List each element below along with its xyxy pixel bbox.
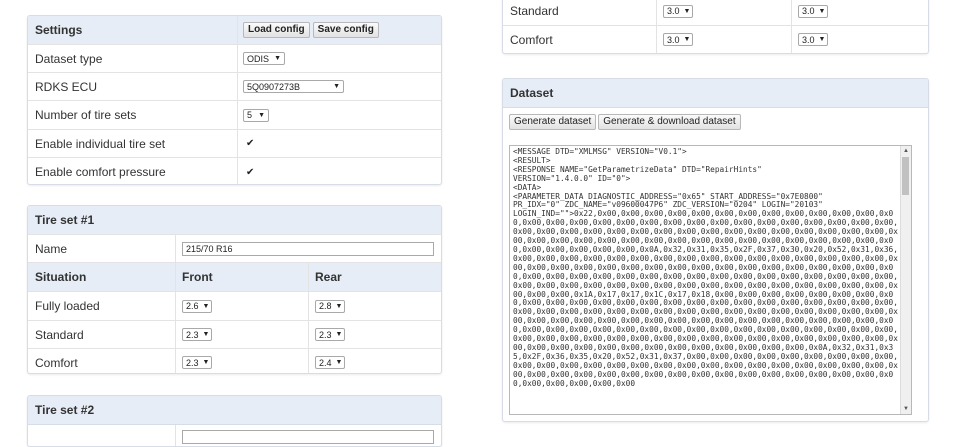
dataset-scrollbar[interactable]: ▲ ▼: [900, 146, 911, 414]
tire-sets-count-select[interactable]: 5 ▼: [243, 108, 269, 122]
chevron-down-icon: ▼: [333, 83, 340, 90]
front-pressure-select[interactable]: 2.6 ▼: [182, 299, 212, 313]
settings-title: Settings: [35, 23, 83, 37]
tire-sets-count-label: Number of tire sets: [35, 108, 137, 122]
situation-label: Comfort: [510, 32, 553, 47]
rear-pressure-select[interactable]: 3.0 ▼: [798, 33, 828, 46]
situation-label: Standard: [35, 327, 84, 342]
tire-set-2-title: Tire set #2: [35, 403, 95, 417]
tire-set-1-header: Tire set #1: [28, 206, 441, 235]
rear-pressure-select[interactable]: 3.0 ▼: [798, 4, 828, 18]
dataset-type-select[interactable]: ODIS ▼: [243, 52, 285, 65]
chevron-down-icon: ▼: [683, 36, 691, 43]
enable-comfort-label: Enable comfort pressure: [35, 165, 166, 179]
settings-panel: Settings Load config Save config Dataset…: [27, 15, 442, 185]
col-rear: Rear: [315, 270, 342, 284]
save-config-button[interactable]: Save config: [312, 22, 379, 38]
dataset-type-label: Dataset type: [35, 51, 103, 66]
rear-pressure-select[interactable]: 2.3 ▼: [315, 328, 345, 341]
tire-set-name-input[interactable]: 215/70 R16: [182, 241, 434, 256]
chevron-down-icon: ▼: [274, 55, 281, 62]
generate-dataset-button[interactable]: Generate dataset: [509, 114, 597, 130]
rear-pressure-select[interactable]: 2.4 ▼: [315, 356, 345, 369]
tire-set-table-header: Situation Front Rear: [28, 263, 441, 292]
pressure-table-partial: Standard 3.0 ▼ 3.0 ▼ Comfort 3.0 ▼ 3.0 ▼: [502, 0, 929, 54]
rdks-ecu-label: RDKS ECU: [35, 79, 98, 94]
name-label: Name: [35, 241, 68, 256]
tire-set-1-panel: Tire set #1 Name 215/70 R16 Situation Fr…: [27, 205, 442, 374]
dataset-textarea[interactable]: <MESSAGE DTD="XMLMSG" VERSION="V0.1"> <R…: [509, 145, 912, 415]
front-pressure-select[interactable]: 3.0 ▼: [663, 4, 693, 18]
front-pressure-select[interactable]: 2.3 ▼: [182, 356, 212, 369]
settings-row-rdks-ecu: RDKS ECU 5Q0907273B ▼: [28, 73, 441, 101]
dataset-header: Dataset: [503, 79, 928, 108]
chevron-down-icon: ▼: [818, 36, 826, 43]
situation-label: Comfort: [35, 355, 78, 370]
generate-download-button[interactable]: Generate & download dataset: [598, 114, 741, 130]
rdks-ecu-select[interactable]: 5Q0907273B ▼: [243, 80, 344, 93]
table-row: Fully loaded 2.6 ▼ 2.8 ▼: [28, 292, 441, 321]
chevron-down-icon: ▼: [335, 359, 343, 366]
scroll-down-icon[interactable]: ▼: [901, 404, 911, 414]
scroll-up-icon[interactable]: ▲: [901, 146, 911, 156]
load-config-button[interactable]: Load config: [243, 22, 310, 38]
chevron-down-icon: ▼: [258, 111, 265, 119]
settings-row-individual: Enable individual tire set ✔: [28, 130, 441, 158]
chevron-down-icon: ▼: [335, 302, 343, 310]
chevron-down-icon: ▼: [202, 359, 210, 366]
table-row: Standard 2.3 ▼ 2.3 ▼: [28, 321, 441, 349]
settings-row-dataset-type: Dataset type ODIS ▼: [28, 45, 441, 73]
chevron-down-icon: ▼: [683, 7, 691, 15]
settings-row-tire-sets: Number of tire sets 5 ▼: [28, 101, 441, 130]
enable-comfort-checkbox[interactable]: ✔: [246, 167, 254, 178]
settings-header: Settings Load config Save config: [28, 16, 441, 45]
tire-set-2-panel: Tire set #2: [27, 395, 442, 447]
rear-pressure-select[interactable]: 2.8 ▼: [315, 299, 345, 313]
col-situation: Situation: [35, 270, 87, 284]
chevron-down-icon: ▼: [335, 331, 343, 338]
tire-set-2-header: Tire set #2: [28, 396, 441, 425]
col-front: Front: [182, 270, 213, 284]
chevron-down-icon: ▼: [202, 302, 210, 310]
dataset-content: <MESSAGE DTD="XMLMSG" VERSION="V0.1"> <R…: [513, 147, 898, 388]
tire-set-1-title: Tire set #1: [35, 213, 95, 227]
scroll-thumb[interactable]: [902, 157, 909, 195]
tire-set-name-row: Name 215/70 R16: [28, 235, 441, 263]
dataset-toolbar: Generate dataset Generate & download dat…: [509, 114, 741, 130]
dataset-panel: Dataset Generate dataset Generate & down…: [502, 78, 929, 422]
enable-individual-checkbox[interactable]: ✔: [246, 138, 254, 149]
settings-row-comfort: Enable comfort pressure ✔: [28, 158, 441, 184]
chevron-down-icon: ▼: [818, 7, 826, 15]
front-pressure-select[interactable]: 3.0 ▼: [663, 33, 693, 46]
situation-label: Fully loaded: [35, 299, 100, 313]
chevron-down-icon: ▼: [202, 331, 210, 338]
dataset-title: Dataset: [510, 86, 554, 100]
tire-set-2-name-input[interactable]: [182, 430, 434, 444]
table-row: Comfort 3.0 ▼ 3.0 ▼: [503, 26, 928, 53]
table-row: Comfort 2.3 ▼ 2.4 ▼: [28, 349, 441, 373]
enable-individual-label: Enable individual tire set: [35, 136, 166, 151]
situation-label: Standard: [510, 4, 559, 18]
front-pressure-select[interactable]: 2.3 ▼: [182, 328, 212, 341]
table-row: Standard 3.0 ▼ 3.0 ▼: [503, 0, 928, 26]
